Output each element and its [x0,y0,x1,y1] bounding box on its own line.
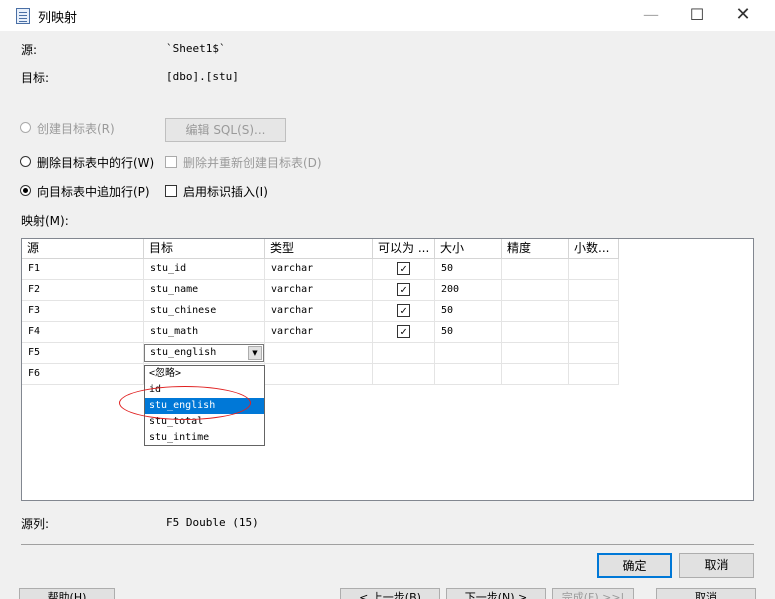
table-row-target[interactable]: stu_math [144,322,265,343]
create-table-label: 创建目标表(R) [37,122,115,136]
delete-rows-label: 删除目标表中的行(W) [37,156,155,170]
source-column-label: 源列: [21,517,50,531]
table-row-nullable[interactable]: ✓ [373,259,435,280]
checkmark-icon[interactable]: ✓ [397,262,410,275]
table-row-type[interactable]: varchar [265,322,373,343]
table-row-scale[interactable] [569,280,619,301]
column-mapping-icon [16,8,30,24]
table-row-scale[interactable] [569,301,619,322]
table-row-target[interactable]: stu_chinese [144,301,265,322]
table-row-nullable[interactable] [373,343,435,364]
table-row-source[interactable]: F3 [22,301,144,322]
identity-insert-label: 启用标识插入(I) [183,185,268,199]
table-row-source[interactable]: F1 [22,259,144,280]
identity-insert-checkbox[interactable] [165,185,177,197]
header-scale[interactable]: 小数... [569,239,619,259]
mappings-grid[interactable]: 源 目标 类型 可以为 ... 大小 精度 小数... F1 stu_id va… [21,238,754,501]
checkmark-icon[interactable]: ✓ [397,325,410,338]
target-value: [dbo].[stu] [166,70,239,83]
table-row-type[interactable]: varchar [265,280,373,301]
create-table-radio[interactable] [20,122,31,133]
close-button[interactable]: ✕ [720,0,766,31]
table-row-precision[interactable] [502,259,569,280]
header-precision[interactable]: 精度 [502,239,569,259]
table-row-size[interactable] [435,343,502,364]
title-bar: 列映射 — ☐ ✕ [0,0,775,31]
finish-button[interactable]: 完成(F) >>| [552,588,634,599]
table-row-size[interactable]: 50 [435,322,502,343]
table-row-scale[interactable] [569,259,619,280]
table-row-precision[interactable] [502,322,569,343]
ok-button[interactable]: 确定 [597,553,672,578]
table-row-size[interactable]: 50 [435,259,502,280]
table-row-type[interactable] [265,364,373,385]
divider [21,544,754,545]
table-row-precision[interactable] [502,364,569,385]
header-type[interactable]: 类型 [265,239,373,259]
back-button[interactable]: < 上一步(B) [340,588,440,599]
table-row-target[interactable]: stu_id [144,259,265,280]
table-row-type[interactable] [265,343,373,364]
table-row-precision[interactable] [502,280,569,301]
table-row-size[interactable]: 50 [435,301,502,322]
chevron-down-icon[interactable]: ▼ [248,346,262,360]
source-column-value: F5 Double (15) [166,516,259,529]
table-row-scale[interactable] [569,322,619,343]
table-row-source[interactable]: F2 [22,280,144,301]
target-combo-value: stu_english [150,347,217,358]
table-row-scale[interactable] [569,364,619,385]
table-row-source[interactable]: F4 [22,322,144,343]
help-button[interactable]: 帮助(H) [19,588,115,599]
dropdown-option[interactable]: stu_intime [145,430,264,446]
table-row-type[interactable]: varchar [265,259,373,280]
checkmark-icon[interactable]: ✓ [397,283,410,296]
drop-recreate-checkbox[interactable] [165,156,177,168]
table-row-precision[interactable] [502,343,569,364]
append-rows-radio[interactable] [20,185,31,196]
table-row-source[interactable]: F6 [22,364,144,385]
header-source[interactable]: 源 [22,239,144,259]
header-target[interactable]: 目标 [144,239,265,259]
table-row-nullable[interactable]: ✓ [373,322,435,343]
table-row-size[interactable]: 200 [435,280,502,301]
table-row-nullable[interactable]: ✓ [373,280,435,301]
append-rows-label: 向目标表中追加行(P) [37,185,150,199]
dropdown-option[interactable]: <忽略> [145,366,264,382]
target-combo[interactable]: stu_english ▼ [144,344,264,362]
next-button[interactable]: 下一步(N) > [446,588,546,599]
header-nullable[interactable]: 可以为 ... [373,239,435,259]
window-title: 列映射 [38,11,78,26]
drop-recreate-label: 删除并重新创建目标表(D) [183,156,322,170]
edit-sql-button[interactable]: 编辑 SQL(S)... [165,118,286,142]
table-row-source[interactable]: F5 [22,343,144,364]
minimize-button[interactable]: — [628,0,674,31]
table-row-nullable[interactable] [373,364,435,385]
maximize-button[interactable]: ☐ [674,0,720,31]
table-row-scale[interactable] [569,343,619,364]
table-row-target[interactable]: stu_name [144,280,265,301]
cancel-button[interactable]: 取消 [679,553,754,578]
wizard-cancel-button[interactable]: 取消 [656,588,756,599]
target-label: 目标: [21,71,50,85]
header-size[interactable]: 大小 [435,239,502,259]
annotation-ellipse [119,386,251,420]
checkmark-icon[interactable]: ✓ [397,304,410,317]
mappings-label: 映射(M): [21,214,69,228]
source-label: 源: [21,43,38,57]
delete-rows-radio[interactable] [20,156,31,167]
table-row-size[interactable] [435,364,502,385]
table-row-nullable[interactable]: ✓ [373,301,435,322]
table-row-type[interactable]: varchar [265,301,373,322]
table-row-precision[interactable] [502,301,569,322]
source-value: `Sheet1$` [166,42,226,55]
